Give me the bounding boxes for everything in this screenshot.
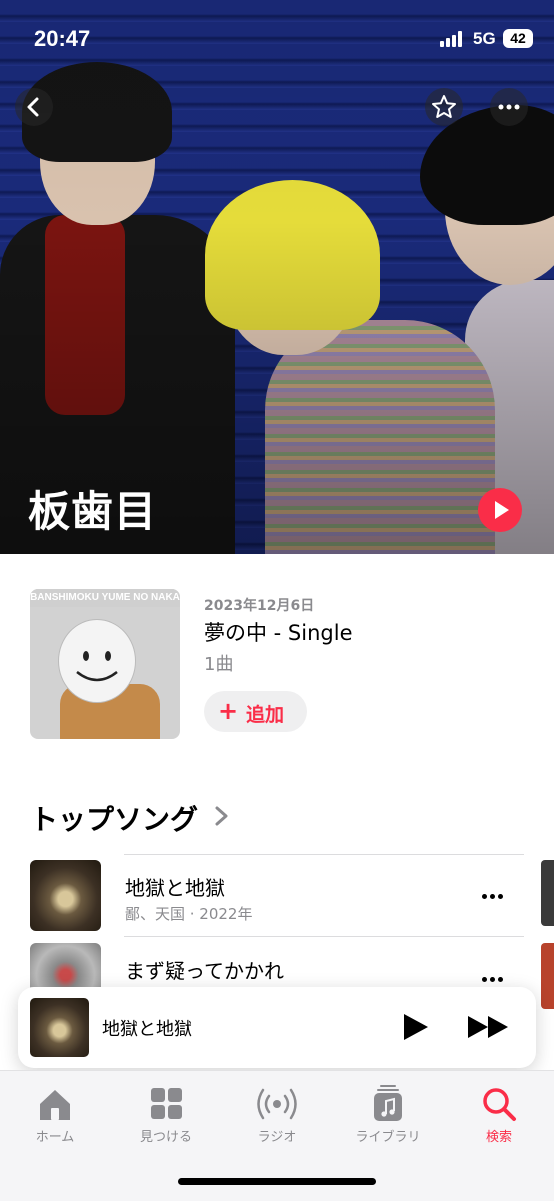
chevron-right-icon[interactable] xyxy=(212,803,232,829)
add-to-library-button[interactable]: + 追加 xyxy=(204,691,307,732)
add-button-label: 追加 xyxy=(246,704,285,726)
mini-player[interactable]: 地獄と地獄 xyxy=(18,987,536,1068)
tab-label: ホーム xyxy=(35,1130,75,1145)
artist-hero-image xyxy=(0,0,554,554)
play-artist-button[interactable] xyxy=(478,488,522,532)
song-artwork[interactable] xyxy=(30,860,101,931)
favorite-button[interactable] xyxy=(425,88,463,126)
tab-label: ラジオ xyxy=(257,1130,297,1145)
battery-icon: 42 xyxy=(503,29,533,48)
release-title[interactable]: 夢の中 - Single xyxy=(204,617,353,647)
smiley-icon xyxy=(76,651,118,682)
tab-radio[interactable]: ラジオ xyxy=(222,1084,332,1145)
status-time: 20:47 xyxy=(34,26,91,51)
cellular-signal-icon xyxy=(440,31,466,47)
tab-label: ライブラリ xyxy=(355,1130,421,1145)
now-playing-artwork xyxy=(30,998,89,1057)
artwork-text: BANSHIMOKU YUME NO NAKA xyxy=(30,589,180,607)
next-column-artwork xyxy=(541,943,554,1009)
search-icon xyxy=(483,1088,516,1121)
tab-label: 検索 xyxy=(485,1130,512,1145)
status-bar: 20:47 5G 42 xyxy=(0,0,554,80)
tab-home[interactable]: ホーム xyxy=(0,1084,110,1145)
song-title[interactable]: 地獄と地獄 xyxy=(125,872,225,901)
back-button[interactable] xyxy=(15,88,53,126)
chevron-left-icon xyxy=(27,97,39,117)
top-songs-heading[interactable]: トップソング xyxy=(30,798,198,838)
tab-library[interactable]: ライブラリ xyxy=(333,1084,443,1145)
divider xyxy=(124,936,524,937)
radio-icon xyxy=(257,1088,297,1120)
song-title[interactable]: まず疑ってかかれ xyxy=(125,955,284,984)
artist-name: 板歯目 xyxy=(28,487,158,536)
song-more-button[interactable] xyxy=(478,974,508,984)
fast-forward-icon[interactable] xyxy=(466,1011,512,1043)
play-icon[interactable] xyxy=(400,1011,430,1043)
library-icon xyxy=(374,1085,402,1121)
smiley-mask xyxy=(58,619,136,703)
home-indicator[interactable] xyxy=(178,1178,376,1185)
hero-gradient xyxy=(0,0,554,554)
next-column-artwork xyxy=(541,860,554,926)
network-type: 5G xyxy=(473,29,496,48)
tab-search[interactable]: 検索 xyxy=(444,1084,554,1145)
now-playing-title: 地獄と地獄 xyxy=(102,1019,192,1040)
tab-browse[interactable]: 見つける xyxy=(111,1084,221,1145)
house-icon xyxy=(40,1090,70,1120)
release-track-count: 1曲 xyxy=(204,654,234,675)
ellipsis-icon xyxy=(498,104,520,110)
song-subtitle: 鄙、天国 · 2022年 xyxy=(125,905,253,923)
play-icon xyxy=(495,501,509,519)
release-date: 2023年12月6日 xyxy=(204,598,315,614)
more-options-button[interactable] xyxy=(490,88,528,126)
grid-icon xyxy=(151,1088,182,1119)
divider xyxy=(124,854,524,855)
latest-release-artwork[interactable]: BANSHIMOKU YUME NO NAKA xyxy=(30,589,180,739)
star-icon xyxy=(432,95,456,118)
song-more-button[interactable] xyxy=(478,891,508,901)
tab-label: 見つける xyxy=(139,1130,192,1145)
plus-icon: + xyxy=(218,697,239,725)
